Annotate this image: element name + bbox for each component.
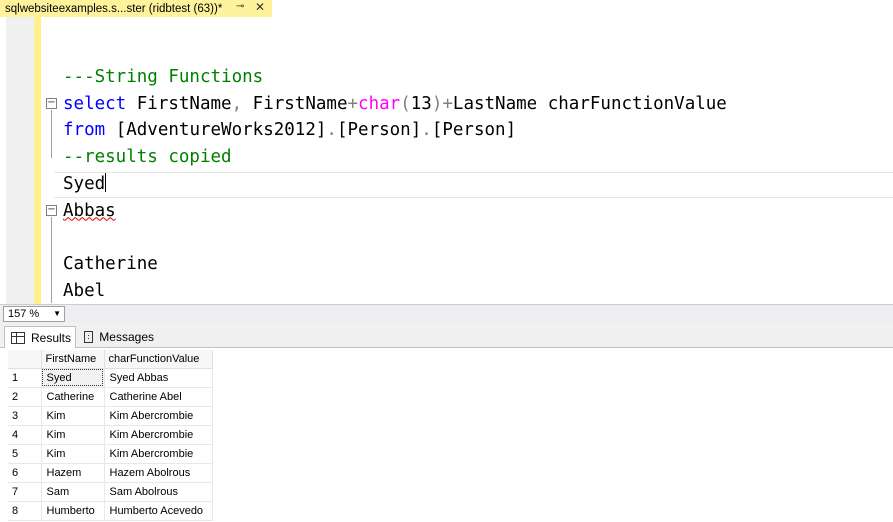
grid-cell[interactable]: Catherine <box>41 387 105 407</box>
row-number[interactable]: 7 <box>8 482 42 502</box>
code-number: 13 <box>410 93 432 114</box>
code-line-text: Catherine <box>63 253 158 274</box>
grid-cell[interactable]: Sam <box>41 482 105 502</box>
keyword-from: from <box>63 120 106 141</box>
row-number[interactable]: 2 <box>8 387 42 407</box>
fold-line <box>51 110 52 158</box>
code-token: [AdventureWorks2012] <box>105 120 327 141</box>
code-operator: . <box>326 120 337 141</box>
row-number[interactable]: 1 <box>8 368 42 388</box>
row-number[interactable]: 5 <box>8 444 42 464</box>
row-header-corner[interactable] <box>8 350 42 369</box>
column-header-charfunctionvalue[interactable]: charFunctionValue <box>104 350 213 369</box>
code-token: LastName charFunctionValue <box>452 93 727 114</box>
code-line-text: Syed <box>63 173 106 194</box>
code-operator: . <box>421 120 432 141</box>
grid-icon <box>11 331 25 344</box>
change-tracking-bar <box>34 17 41 304</box>
grid-cell[interactable]: Catherine Abel <box>104 387 213 407</box>
column-header-firstname[interactable]: FirstName <box>41 350 105 369</box>
editor-status-bar: 157 % ▼ <box>0 304 893 322</box>
query-editor[interactable]: − − ---String Functions select FirstName… <box>0 17 893 304</box>
grid-cell[interactable]: Kim <box>41 406 105 426</box>
table-row: 6 Hazem Hazem Abolrous <box>8 463 213 483</box>
table-row: 3 Kim Kim Abercrombie <box>8 406 213 426</box>
row-number[interactable]: 6 <box>8 463 42 483</box>
code-line-text-error: Abbas <box>63 200 116 221</box>
zoom-value: 157 % <box>8 308 40 320</box>
table-header-row: FirstName charFunctionValue <box>8 350 213 369</box>
document-tab-strip: sqlwebsiteexamples.s...ster (ridbtest (6… <box>0 0 893 17</box>
grid-cell[interactable]: Syed Abbas <box>104 368 213 388</box>
tab-results[interactable]: Results <box>4 326 76 348</box>
tab-messages-label: Messages <box>99 330 154 344</box>
document-tab-title: sqlwebsiteexamples.s...ster (ridbtest (6… <box>5 2 223 15</box>
zoom-dropdown[interactable]: 157 % ▼ <box>3 306 65 322</box>
text-caret <box>105 172 107 192</box>
code-comment: ---String Functions <box>63 67 264 87</box>
grid-cell[interactable]: Kim <box>41 425 105 445</box>
chevron-down-icon[interactable]: ▼ <box>53 307 61 321</box>
pin-icon[interactable]: ⊸ <box>236 1 244 12</box>
code-operator: + <box>347 93 359 114</box>
code-operator: ) <box>431 93 443 114</box>
document-tab[interactable]: sqlwebsiteexamples.s...ster (ridbtest (6… <box>0 0 272 17</box>
code-operator: + <box>442 93 453 114</box>
table-row: 2 Catherine Catherine Abel <box>8 387 213 407</box>
code-token: FirstName <box>126 93 232 114</box>
collapse-toggle-icon[interactable]: − <box>46 205 57 216</box>
tab-messages[interactable]: Messages <box>78 326 154 348</box>
row-number[interactable]: 4 <box>8 425 42 445</box>
grid-cell[interactable]: Kim Abercrombie <box>104 444 213 464</box>
tab-results-label: Results <box>31 330 72 345</box>
grid-cell[interactable]: Kim Abercrombie <box>104 406 213 426</box>
code-text[interactable]: ---String Functions select FirstName, Fi… <box>63 64 727 304</box>
collapse-toggle-icon[interactable]: − <box>46 98 57 109</box>
row-number[interactable]: 8 <box>8 501 42 521</box>
messages-icon <box>84 331 94 343</box>
grid-cell[interactable]: Kim <box>41 444 105 464</box>
table-row: 7 Sam Sam Abolrous <box>8 482 213 502</box>
grid-cell[interactable]: Sam Abolrous <box>104 482 213 502</box>
grid-cell[interactable]: Syed <box>41 368 105 388</box>
grid-cell[interactable]: Kim Abercrombie <box>104 425 213 445</box>
grid-cell[interactable]: Humberto <box>41 501 105 521</box>
code-token: [Person] <box>431 120 517 141</box>
code-line-text: Abel <box>63 280 106 301</box>
code-line-from: from [AdventureWorks2012].[Person].[Pers… <box>63 120 516 140</box>
function-char: char <box>358 93 401 114</box>
grid-cell[interactable]: Hazem <box>41 463 105 483</box>
code-operator: , <box>231 93 243 114</box>
code-comment: --results copied <box>63 147 232 168</box>
table-row: 5 Kim Kim Abercrombie <box>8 444 213 464</box>
tab-strip-empty <box>272 0 893 17</box>
code-operator: ( <box>400 93 411 114</box>
results-table: FirstName charFunctionValue 1 Syed Syed … <box>8 350 213 521</box>
close-icon[interactable]: ✕ <box>255 0 265 14</box>
grid-cell[interactable]: Humberto Acevedo <box>104 501 213 521</box>
keyword-select: select <box>63 93 127 114</box>
results-grid[interactable]: FirstName charFunctionValue 1 Syed Syed … <box>0 348 893 522</box>
table-row: 8 Humberto Humberto Acevedo <box>8 501 213 521</box>
code-line-select: select FirstName, FirstName+char(13)+Las… <box>63 94 727 114</box>
row-number[interactable]: 3 <box>8 406 42 426</box>
results-tab-bar: Results Messages <box>0 322 893 348</box>
table-row: 4 Kim Kim Abercrombie <box>8 425 213 445</box>
grid-cell[interactable]: Hazem Abolrous <box>104 463 213 483</box>
code-token: FirstName <box>242 93 348 114</box>
fold-line <box>51 217 52 303</box>
table-row: 1 Syed Syed Abbas <box>8 368 213 388</box>
line-gutter <box>6 17 34 304</box>
code-token: [Person] <box>336 120 422 141</box>
